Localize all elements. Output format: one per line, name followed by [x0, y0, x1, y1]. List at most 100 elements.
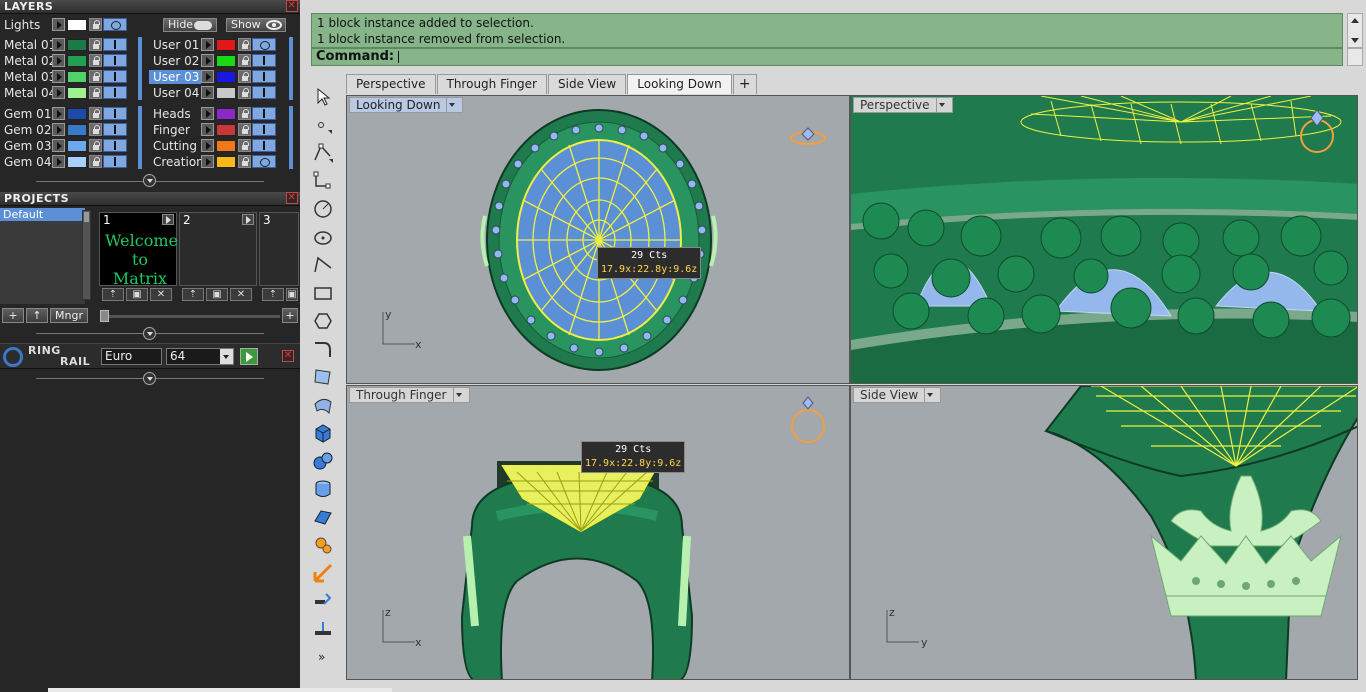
layer-expand-button[interactable] — [201, 38, 214, 51]
project-slider-knob[interactable] — [100, 310, 109, 322]
curve-points-icon[interactable] — [312, 170, 334, 192]
size-system-input[interactable]: Euro — [101, 348, 162, 365]
plane-surface-icon[interactable] — [312, 506, 334, 528]
lights-color-swatch[interactable] — [67, 18, 87, 31]
layer-color-swatch[interactable] — [216, 54, 236, 67]
chevron-down-icon[interactable] — [935, 98, 946, 112]
layer-visibility-toggle[interactable] — [103, 107, 127, 120]
layer-visibility-toggle[interactable] — [252, 139, 276, 152]
lock-icon[interactable] — [238, 155, 251, 168]
layer-expand-button[interactable] — [201, 139, 214, 152]
layer-name[interactable]: Creation — [149, 155, 204, 169]
layer-visibility-toggle[interactable] — [103, 139, 127, 152]
projects-close-button[interactable]: ✕ — [286, 192, 298, 204]
layer-visibility-toggle[interactable] — [103, 123, 127, 136]
layer-expand-button[interactable] — [201, 107, 214, 120]
layer-visibility-toggle[interactable] — [252, 54, 276, 67]
chevron-down-icon[interactable] — [924, 388, 934, 402]
layer-name[interactable]: User 01 — [149, 38, 201, 52]
lock-icon[interactable] — [238, 86, 251, 99]
layer-expand-button[interactable] — [52, 70, 65, 83]
layer-name[interactable]: Heads — [149, 107, 201, 121]
circle-icon[interactable] — [312, 198, 334, 220]
layer-visibility-toggle[interactable] — [252, 38, 276, 51]
layer-color-swatch[interactable] — [67, 107, 87, 120]
layer-color-swatch[interactable] — [216, 139, 236, 152]
layer-name[interactable]: Finger — [149, 123, 201, 137]
layer-name[interactable]: Cutting — [149, 139, 201, 153]
layer-visibility-toggle[interactable] — [252, 86, 276, 99]
box-icon[interactable] — [312, 422, 334, 444]
lock-icon[interactable] — [238, 107, 251, 120]
viewport-label-looking-down[interactable]: Looking Down — [349, 97, 464, 113]
layer-name[interactable]: User 03 — [149, 69, 201, 84]
layer-name[interactable]: Gem 01 — [0, 107, 52, 121]
project-item-default[interactable]: Default — [0, 208, 85, 221]
lock-icon[interactable] — [238, 70, 251, 83]
project-slot-2[interactable]: 2 — [179, 212, 257, 286]
slot-save-button[interactable]: ▣ — [126, 288, 148, 301]
layer-visibility-toggle[interactable] — [103, 54, 127, 67]
dimension-icon[interactable] — [312, 590, 334, 612]
lock-icon[interactable] — [89, 155, 102, 168]
layer-expand-button[interactable] — [52, 38, 65, 51]
layer-expand-button[interactable] — [52, 54, 65, 67]
lock-icon[interactable] — [89, 70, 102, 83]
transform-icon[interactable] — [312, 562, 334, 584]
add-slot-button[interactable]: + — [282, 308, 298, 323]
tab-looking-down[interactable]: Looking Down — [627, 74, 732, 94]
layer-color-swatch[interactable] — [216, 70, 236, 83]
slot-arrow-icon[interactable] — [242, 214, 254, 225]
project-list-scrollbar[interactable] — [82, 210, 91, 300]
select-arrow-icon[interactable] — [312, 86, 334, 108]
project-list[interactable]: Default — [0, 208, 86, 304]
project-slider-track[interactable] — [100, 315, 280, 318]
chevron-down-icon[interactable] — [452, 388, 463, 402]
lock-icon[interactable] — [89, 107, 102, 120]
polygon-icon[interactable] — [312, 310, 334, 332]
cylinder-icon[interactable] — [312, 478, 334, 500]
layer-expand-button[interactable] — [201, 155, 214, 168]
layer-color-swatch[interactable] — [216, 86, 236, 99]
arc-icon[interactable] — [312, 254, 334, 276]
lights-visibility-toggle[interactable] — [103, 18, 127, 31]
viewport-perspective[interactable]: Perspective — [850, 95, 1358, 384]
tab-through-finger[interactable]: Through Finger — [436, 74, 547, 94]
slot-arrow-icon[interactable] — [162, 214, 174, 225]
slot-save-button[interactable]: ▣ — [206, 288, 228, 301]
chevron-down-icon[interactable] — [446, 98, 456, 112]
slot-load-button[interactable]: ⇡ — [102, 288, 124, 301]
layer-color-swatch[interactable] — [67, 70, 87, 83]
layer-name[interactable]: User 02 — [149, 54, 201, 68]
layer-expand-button[interactable] — [52, 139, 65, 152]
project-slot-3[interactable]: 3 — [259, 212, 299, 286]
layer-expand-button[interactable] — [201, 123, 214, 136]
surface-points-icon[interactable] — [312, 366, 334, 388]
lock-icon[interactable] — [89, 123, 102, 136]
up-project-button[interactable]: ↑ — [26, 308, 48, 323]
projects-collapse-icon[interactable] — [143, 327, 156, 340]
layer-name[interactable]: Metal 04 — [0, 86, 56, 100]
chevron-down-icon[interactable] — [220, 349, 233, 364]
add-project-button[interactable]: + — [2, 308, 24, 323]
settings-gear-icon[interactable] — [312, 534, 334, 556]
layer-expand-button[interactable] — [52, 107, 65, 120]
viewport-label-perspective[interactable]: Perspective — [853, 97, 953, 113]
layers-close-button[interactable]: ✕ — [286, 0, 298, 12]
layer-expand-button[interactable] — [201, 86, 214, 99]
ring-size-select[interactable]: 64 — [166, 348, 234, 365]
layer-expand-button[interactable] — [201, 70, 214, 83]
layer-color-swatch[interactable] — [67, 86, 87, 99]
layer-color-swatch[interactable] — [67, 123, 87, 136]
rectangle-icon[interactable] — [312, 282, 334, 304]
layer-name[interactable]: Gem 04 — [0, 155, 52, 169]
run-ring-rail-button[interactable] — [240, 348, 258, 365]
point-icon[interactable] — [312, 114, 334, 136]
manager-button[interactable]: Mngr — [50, 308, 88, 323]
command-line-scrollbar[interactable] — [1347, 48, 1363, 66]
sweep-icon[interactable] — [312, 394, 334, 416]
viewport-through-finger[interactable]: 29 Cts 17.9x:22.8y:9.6z x z Through Fing… — [346, 385, 850, 680]
ellipse-icon[interactable] — [312, 226, 334, 248]
tab-perspective[interactable]: Perspective — [346, 74, 436, 94]
command-history-scrollbar[interactable] — [1347, 13, 1363, 48]
